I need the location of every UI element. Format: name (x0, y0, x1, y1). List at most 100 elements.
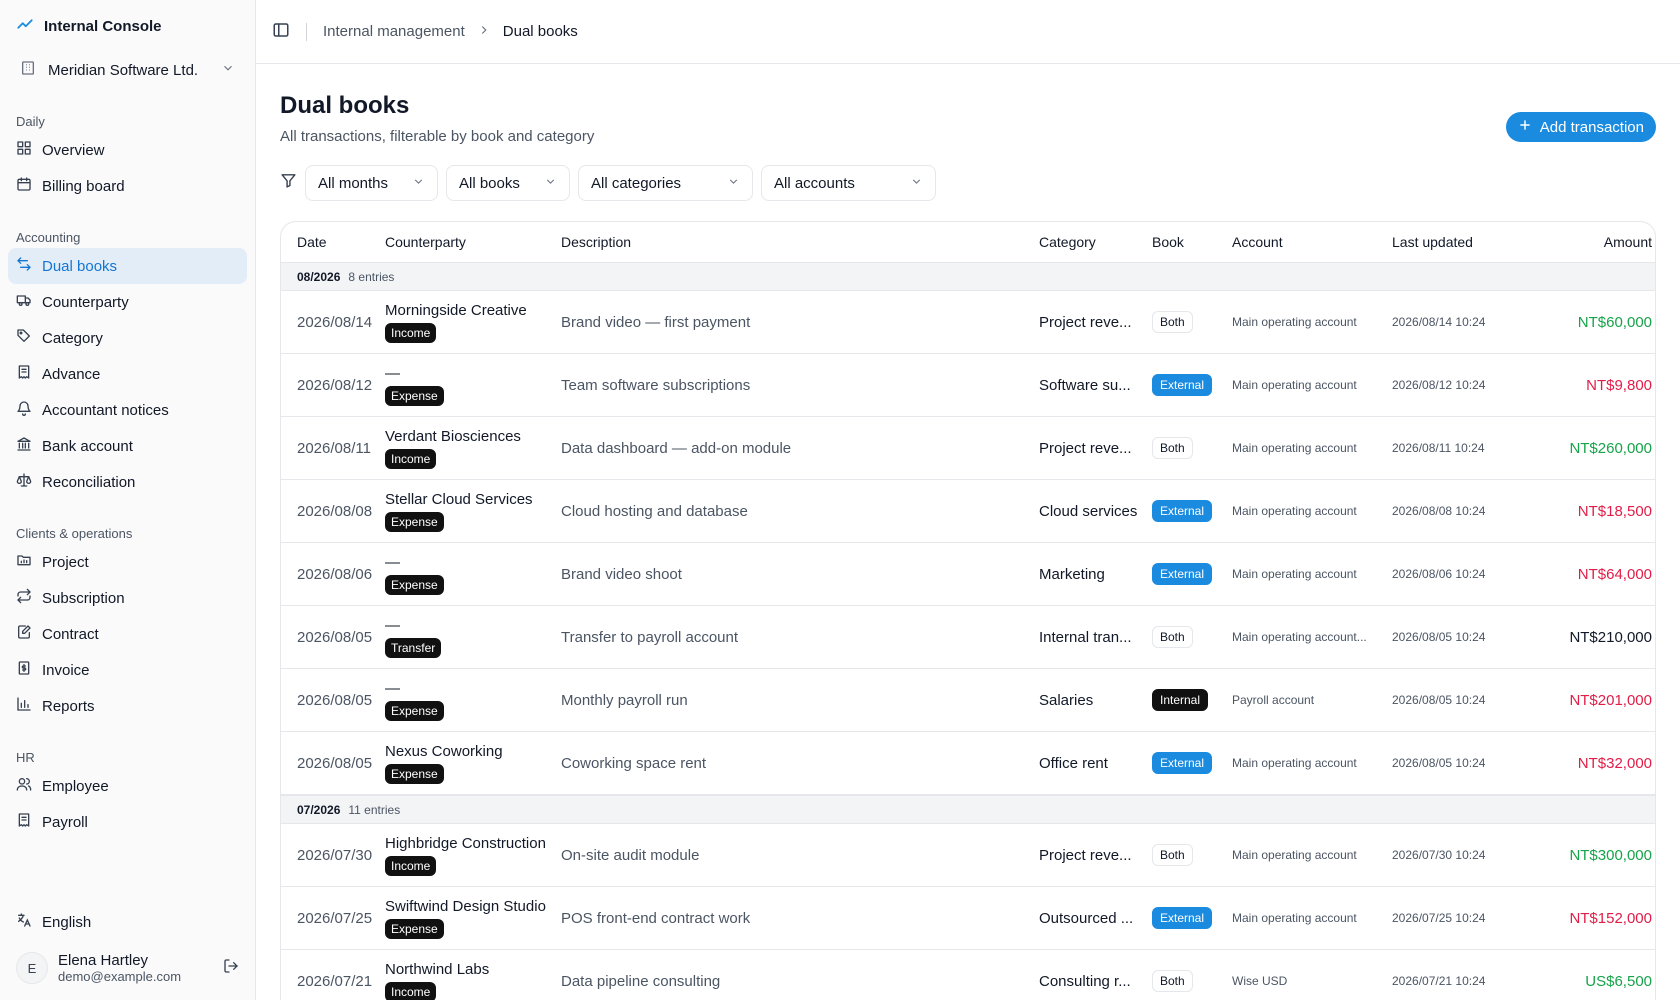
table-row[interactable]: 2026/08/14 Morningside Creative Income Bran… (281, 291, 1655, 354)
avatar: E (16, 952, 48, 984)
row-category: Project reve... (1039, 846, 1132, 864)
book-filter[interactable]: All books (446, 165, 570, 201)
row-description: Brand video shoot (561, 565, 682, 583)
sidebar-item-counterparty[interactable]: Counterparty (8, 284, 247, 320)
book-badge: External (1152, 563, 1213, 585)
sidebar-item-billing-board[interactable]: Billing board (8, 168, 247, 204)
type-badge: Income (385, 981, 437, 1000)
table-row[interactable]: 2026/07/25 Swiftwind Design Studio Expense… (281, 887, 1655, 950)
col-date[interactable]: Date (297, 234, 385, 250)
row-amount: NT$18,500 (1577, 502, 1652, 520)
sidebar-item-subscription[interactable]: Subscription (8, 580, 247, 616)
chevron-right-icon (477, 23, 491, 41)
account-filter[interactable]: All accounts (761, 165, 936, 201)
row-book: Both (1152, 311, 1232, 333)
book-badge: External (1152, 907, 1213, 929)
counterparty-name: Highbridge Construction (385, 834, 546, 852)
type-badge: Expense (385, 763, 444, 784)
row-book: External (1152, 563, 1232, 585)
col-counterparty[interactable]: Counterparty (385, 234, 561, 250)
content: Dual books All transactions, filterable … (256, 64, 1680, 1000)
sidebar-item-accountant-notices[interactable]: Accountant notices (8, 392, 247, 428)
row-date: 2026/07/30 (297, 846, 373, 864)
language-switcher[interactable]: English (8, 904, 247, 940)
sidebar-item-invoice[interactable]: Invoice (8, 652, 247, 688)
table-row[interactable]: 2026/08/05 — Transfer Transfer to payroll a… (281, 606, 1655, 669)
row-counterparty: Verdant Biosciences Income (385, 428, 561, 469)
breadcrumb-parent[interactable]: Internal management (323, 23, 465, 40)
sidebar-item-bank-account[interactable]: Bank account (8, 428, 247, 464)
counterparty-name: — (385, 616, 400, 634)
logout-icon[interactable] (223, 958, 239, 979)
row-amount: NT$60,000 (1577, 313, 1652, 331)
app-title: Internal Console (44, 17, 162, 35)
table-row[interactable]: 2026/07/30 Highbridge Construction Income O… (281, 824, 1655, 887)
nav-section: Accounting Dual books Counterparty Category… (8, 220, 247, 500)
sidebar-item-overview[interactable]: Overview (8, 132, 247, 168)
sidebar-item-employee[interactable]: Employee (8, 768, 247, 804)
chevron-down-icon (544, 175, 557, 192)
counterparty-name: Nexus Coworking (385, 742, 503, 760)
table-row[interactable]: 2026/07/21 Northwind Labs Income Data pipel… (281, 950, 1655, 1000)
sidebar-item-reports[interactable]: Reports (8, 688, 247, 724)
row-category: Marketing (1039, 565, 1105, 583)
sidebar-item-payroll[interactable]: Payroll (8, 804, 247, 840)
sidebar-item-label: Category (42, 329, 103, 347)
counterparty-name: Swiftwind Design Studio (385, 897, 546, 915)
counterparty-name: — (385, 679, 400, 697)
table-row[interactable]: 2026/08/05 — Expense Monthly payroll run Sal… (281, 669, 1655, 732)
sidebar-toggle-icon[interactable] (272, 21, 290, 43)
swap-icon (16, 256, 32, 276)
sidebar-item-dual-books[interactable]: Dual books (8, 248, 247, 284)
col-amount[interactable]: Amount (1542, 234, 1652, 250)
col-category[interactable]: Category (1039, 234, 1152, 250)
counterparty-name: Morningside Creative (385, 301, 527, 319)
row-book: Both (1152, 844, 1232, 866)
sidebar-item-label: Reconciliation (42, 473, 136, 491)
sidebar-item-project[interactable]: Project (8, 544, 247, 580)
month-filter[interactable]: All months (305, 165, 438, 201)
sidebar-item-label: Contract (42, 625, 99, 643)
topbar: Internal management Dual books (256, 0, 1680, 64)
row-counterparty: — Expense (385, 680, 561, 721)
type-badge: Income (385, 855, 437, 876)
add-transaction-button[interactable]: Add transaction (1505, 112, 1656, 142)
type-badge: Expense (385, 385, 444, 406)
account-filter-value: All accounts (774, 174, 855, 192)
scale-icon (16, 472, 32, 492)
table-row[interactable]: 2026/08/11 Verdant Biosciences Income Data … (281, 417, 1655, 480)
counterparty-name: — (385, 364, 400, 382)
brand[interactable]: Internal Console (8, 0, 247, 52)
row-book: Both (1152, 970, 1232, 992)
filter-icon (280, 172, 297, 194)
sidebar-item-advance[interactable]: Advance (8, 356, 247, 392)
col-account[interactable]: Account (1232, 234, 1392, 250)
category-filter[interactable]: All categories (578, 165, 753, 201)
table-row[interactable]: 2026/08/12 — Expense Team software subscrip… (281, 354, 1655, 417)
user-email: demo@example.com (58, 969, 182, 984)
main: Internal management Dual books Dual book… (256, 0, 1680, 1000)
table-row[interactable]: 2026/08/05 Nexus Coworking Expense Coworkin… (281, 732, 1655, 795)
row-last-updated: 2026/08/14 10:24 (1392, 315, 1486, 329)
row-date: 2026/08/05 (297, 754, 373, 772)
row-date: 2026/08/12 (297, 376, 373, 394)
row-description: Brand video — first payment (561, 313, 751, 331)
table-row[interactable]: 2026/08/08 Stellar Cloud Services Expense C… (281, 480, 1655, 543)
col-book[interactable]: Book (1152, 234, 1232, 250)
sidebar-item-label: Subscription (42, 589, 125, 607)
translate-icon (16, 912, 32, 932)
table-row[interactable]: 2026/08/06 — Expense Brand video shoot Marke… (281, 543, 1655, 606)
building-icon (20, 60, 36, 80)
sidebar-item-category[interactable]: Category (8, 320, 247, 356)
row-book: Internal (1152, 689, 1232, 711)
org-switcher[interactable]: Meridian Software Ltd. (8, 52, 247, 88)
sidebar-item-contract[interactable]: Contract (8, 616, 247, 652)
col-description[interactable]: Description (561, 234, 1039, 250)
row-book: Both (1152, 626, 1232, 648)
sidebar-item-reconciliation[interactable]: Reconciliation (8, 464, 247, 500)
chevron-down-icon (412, 175, 425, 192)
sidebar-item-label: Accountant notices (42, 401, 169, 419)
col-last-updated[interactable]: Last updated (1392, 234, 1542, 250)
bar-chart-icon (16, 696, 32, 716)
row-account: Main operating account (1232, 315, 1357, 329)
